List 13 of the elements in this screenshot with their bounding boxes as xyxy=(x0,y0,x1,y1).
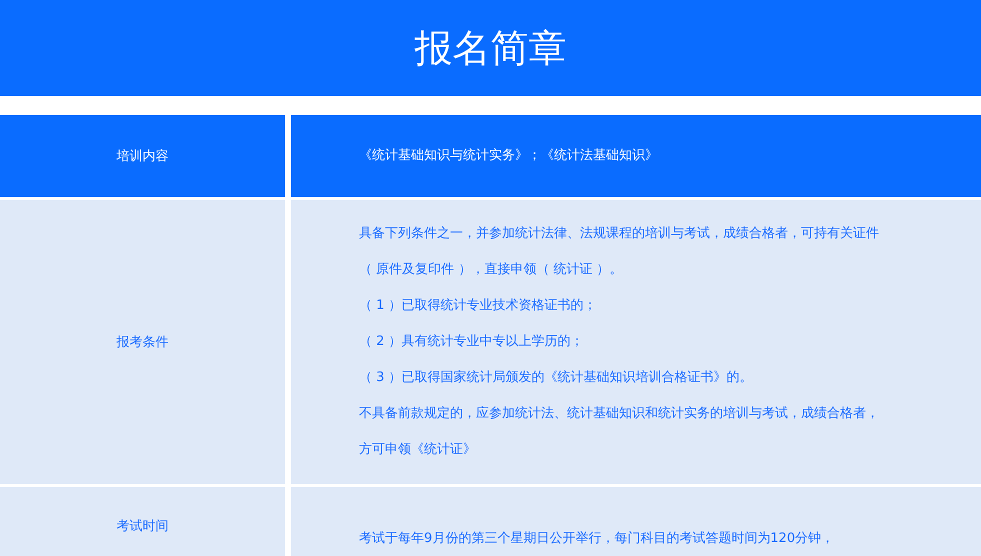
content-text: （ 原件及复印件 ），直接申领（ 统计证 ）。 xyxy=(359,261,624,279)
content-text: 方可申领《统计证》 xyxy=(359,441,477,459)
content-text: （ 2 ）具有统计专业中专以上学历的； xyxy=(359,333,585,351)
content-text: 不具备前款规定的，应参加统计法、统计基础知识和统计实务的培训与考试，成绩合格者， xyxy=(359,405,880,423)
content-text: 《统计基础知识与统计实务》；《统计法基础知识》 xyxy=(359,147,659,165)
row-label: 考试时间 xyxy=(116,518,168,535)
content-text: 具备下列条件之一，并参加统计法律、法规课程的培训与考试，成绩合格者，可持有关证件 xyxy=(359,225,880,243)
row-label: 报考条件 xyxy=(116,334,168,351)
content-text: （ 3 ）已取得国家统计局颁发的《统计基础知识培训合格证书》的。 xyxy=(359,369,754,387)
content-text: （ 1 ）已取得统计专业技术资格证书的； xyxy=(359,297,598,315)
page-title: 报名简章 xyxy=(414,24,566,72)
row-label: 培训内容 xyxy=(116,148,168,165)
content-text: 考试于每年9月份的第三个星期日公开举行，每门科目的考试答题时间为120分钟， xyxy=(359,530,836,548)
